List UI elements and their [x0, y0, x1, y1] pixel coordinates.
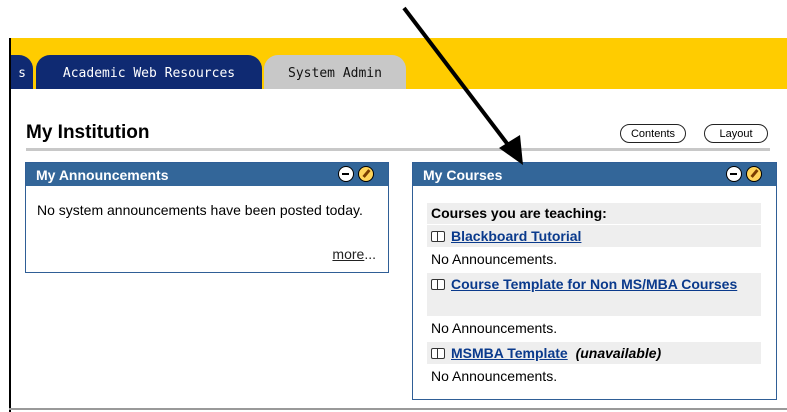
annotation-arrow-icon: [402, 6, 523, 165]
